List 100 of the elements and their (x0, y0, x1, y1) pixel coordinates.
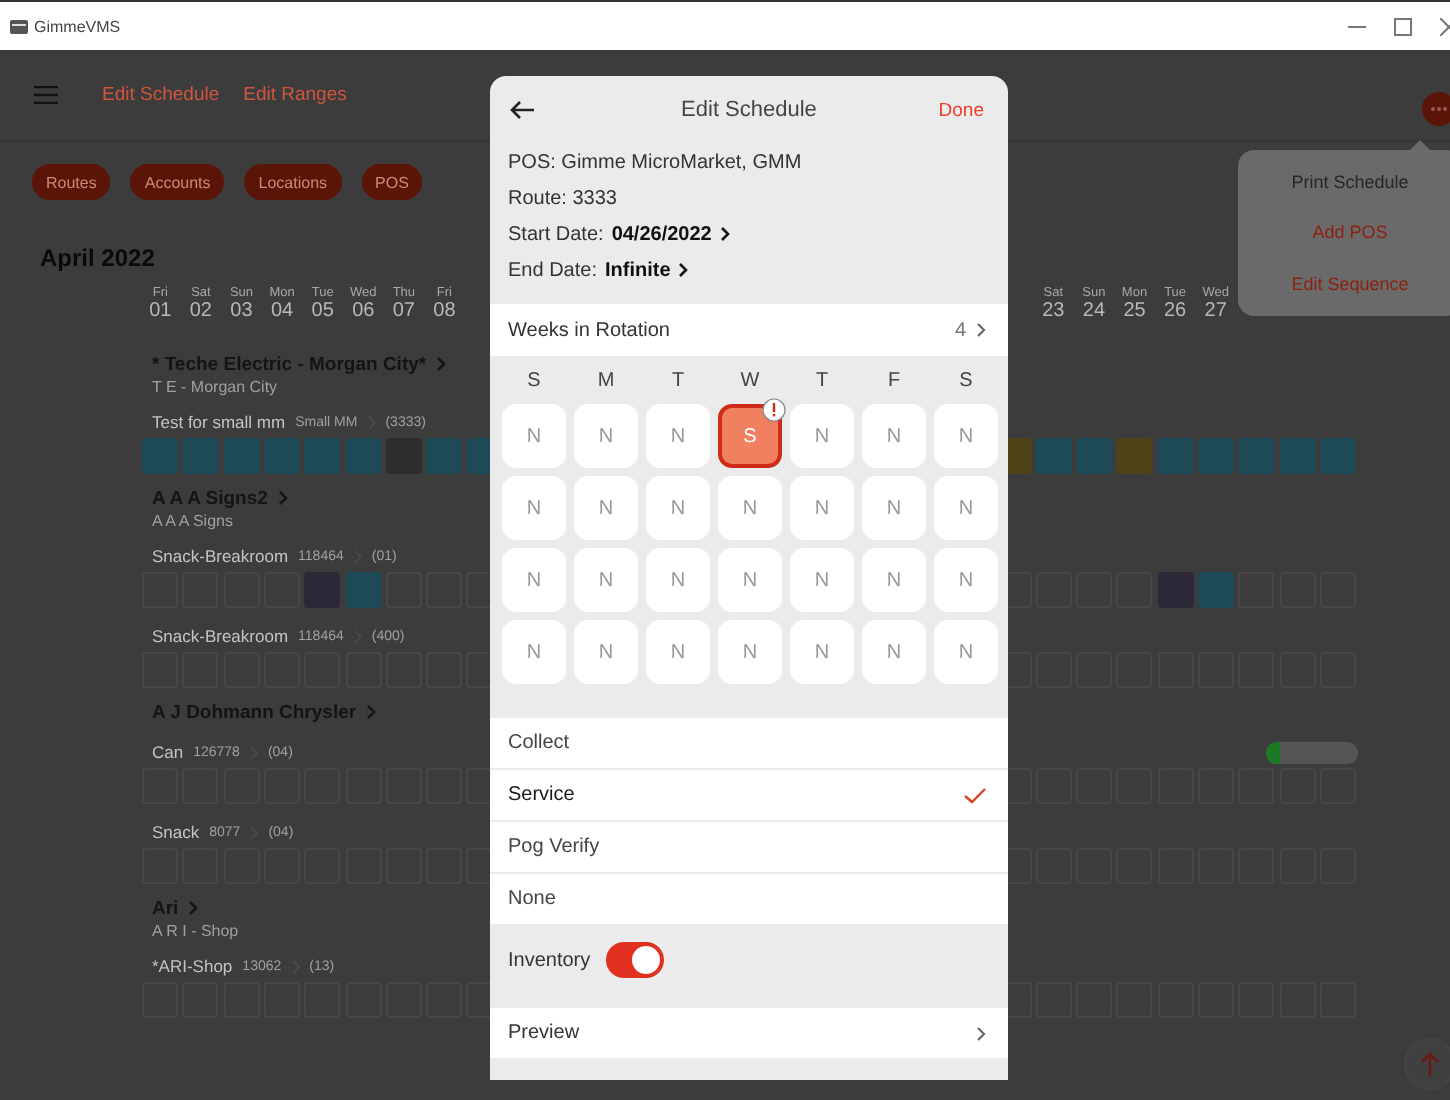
schedule-day-button[interactable]: N (790, 620, 854, 684)
schedule-day-button[interactable]: N (574, 620, 638, 684)
schedule-day-button[interactable]: N (718, 476, 782, 540)
date-label: 05 (311, 300, 334, 322)
pos-name[interactable]: Snack-Breakroom (152, 546, 289, 566)
action-option[interactable]: Service (490, 770, 1008, 820)
pos-name[interactable]: Can (152, 742, 184, 762)
day-cell[interactable] (223, 438, 260, 474)
day-cell[interactable] (1035, 438, 1072, 474)
day-cell[interactable] (1116, 438, 1153, 474)
schedule-day-button[interactable]: N (646, 476, 710, 540)
date-label: 06 (352, 300, 375, 322)
weekday-header: S (957, 369, 975, 391)
schedule-day-button[interactable]: N (574, 476, 638, 540)
info-value[interactable]: 04/26/2022 (611, 223, 712, 245)
schedule-day-button[interactable]: N (934, 476, 998, 540)
chevron-icon (366, 704, 377, 720)
weekday-header: F (885, 369, 903, 391)
dialog-title: Edit Schedule (681, 98, 817, 122)
schedule-day-button[interactable]: N (934, 404, 998, 468)
filter-chip[interactable]: Routes (32, 164, 111, 200)
day-cell[interactable] (1238, 438, 1275, 474)
back-arrow-icon[interactable] (510, 100, 534, 120)
day-cell[interactable] (1279, 438, 1316, 474)
preview-row[interactable]: Preview (490, 1008, 1008, 1058)
date-label: 04 (270, 300, 294, 322)
day-cell[interactable] (1076, 438, 1113, 474)
date-label: 24 (1082, 300, 1106, 322)
schedule-day-button[interactable]: N (790, 548, 854, 612)
schedule-day-button[interactable]: N (502, 404, 566, 468)
day-cell[interactable] (304, 438, 341, 474)
date-label: 07 (392, 300, 415, 322)
more-button[interactable] (1422, 92, 1450, 126)
schedule-day-button[interactable]: N (790, 404, 854, 468)
day-cell[interactable] (345, 438, 382, 474)
date-label: 27 (1204, 300, 1227, 322)
window-title: GimmeVMS (34, 17, 121, 35)
location-subtitle: T E - Morgan City (152, 378, 278, 396)
rotation-label: Weeks in Rotation (508, 319, 670, 341)
toolbar-link[interactable]: Edit Ranges (243, 84, 347, 106)
day-cell[interactable] (345, 572, 382, 608)
date-label: 25 (1123, 300, 1146, 322)
rotation-row[interactable]: Weeks in Rotation 4 (490, 304, 1008, 356)
info-value[interactable]: Infinite (604, 259, 671, 281)
inventory-toggle[interactable] (606, 942, 665, 978)
day-cell[interactable] (1198, 572, 1235, 608)
schedule-day-button[interactable]: N (502, 620, 566, 684)
day-cell[interactable] (263, 438, 300, 474)
day-cell[interactable] (142, 438, 179, 474)
chevron-icon (976, 1025, 986, 1041)
maximize-icon[interactable] (1394, 17, 1412, 35)
action-option[interactable]: Pog Verify (490, 822, 1008, 872)
date-label: 08 (433, 300, 456, 322)
action-option[interactable]: Collect (490, 718, 1008, 768)
date-label: 02 (189, 300, 212, 322)
filter-chip[interactable]: Locations (244, 164, 342, 200)
schedule-day-button[interactable]: N (934, 548, 998, 612)
day-cell[interactable] (1198, 438, 1235, 474)
day-cell[interactable] (1319, 438, 1356, 474)
checkmark-icon (964, 787, 986, 803)
schedule-day-button[interactable]: N (502, 548, 566, 612)
pos-name[interactable]: Test for small mm (152, 412, 286, 432)
schedule-day-button[interactable]: N (862, 548, 926, 612)
toolbar-link[interactable]: Edit Schedule (102, 84, 220, 106)
weekday-header: S (525, 369, 543, 391)
schedule-day-button[interactable]: N (790, 476, 854, 540)
filter-chip[interactable]: POS (361, 164, 423, 200)
schedule-day-button[interactable]: N (718, 620, 782, 684)
day-cell[interactable] (1157, 438, 1194, 474)
day-cell[interactable] (426, 438, 463, 474)
schedule-day-button[interactable]: N (646, 548, 710, 612)
weekday-header: T (669, 369, 687, 391)
inventory-label: Inventory (508, 949, 591, 971)
info-label: End Date: (508, 259, 597, 281)
menu-item[interactable]: Add POS (1308, 218, 1392, 247)
day-cell[interactable] (385, 572, 422, 608)
day-cell[interactable] (385, 438, 422, 474)
schedule-day-button[interactable]: N (718, 548, 782, 612)
done-button[interactable]: Done (938, 99, 984, 121)
action-option[interactable]: None (490, 874, 1008, 924)
schedule-day-button[interactable]: N (574, 548, 638, 612)
schedule-day-button[interactable]: N (934, 620, 998, 684)
menu-icon[interactable] (34, 86, 58, 104)
day-cell[interactable] (182, 438, 219, 474)
chevron-icon (436, 356, 447, 372)
pos-name[interactable]: Snack-Breakroom (152, 626, 289, 646)
pos-name[interactable]: *ARI-Shop (152, 956, 233, 976)
schedule-day-button[interactable]: N (646, 620, 710, 684)
schedule-day-button[interactable]: N (862, 404, 926, 468)
menu-item[interactable]: Edit Sequence (1287, 270, 1413, 299)
schedule-day-button[interactable]: N (574, 404, 638, 468)
filter-chip[interactable]: Accounts (130, 164, 225, 200)
schedule-day-button[interactable]: S (718, 404, 782, 468)
schedule-day-button[interactable]: N (502, 476, 566, 540)
scroll-top-button[interactable] (1404, 1038, 1450, 1090)
pos-name[interactable]: Snack (152, 822, 200, 842)
schedule-day-button[interactable]: N (646, 404, 710, 468)
date-label: 01 (149, 300, 172, 322)
schedule-day-button[interactable]: N (862, 620, 926, 684)
schedule-day-button[interactable]: N (862, 476, 926, 540)
